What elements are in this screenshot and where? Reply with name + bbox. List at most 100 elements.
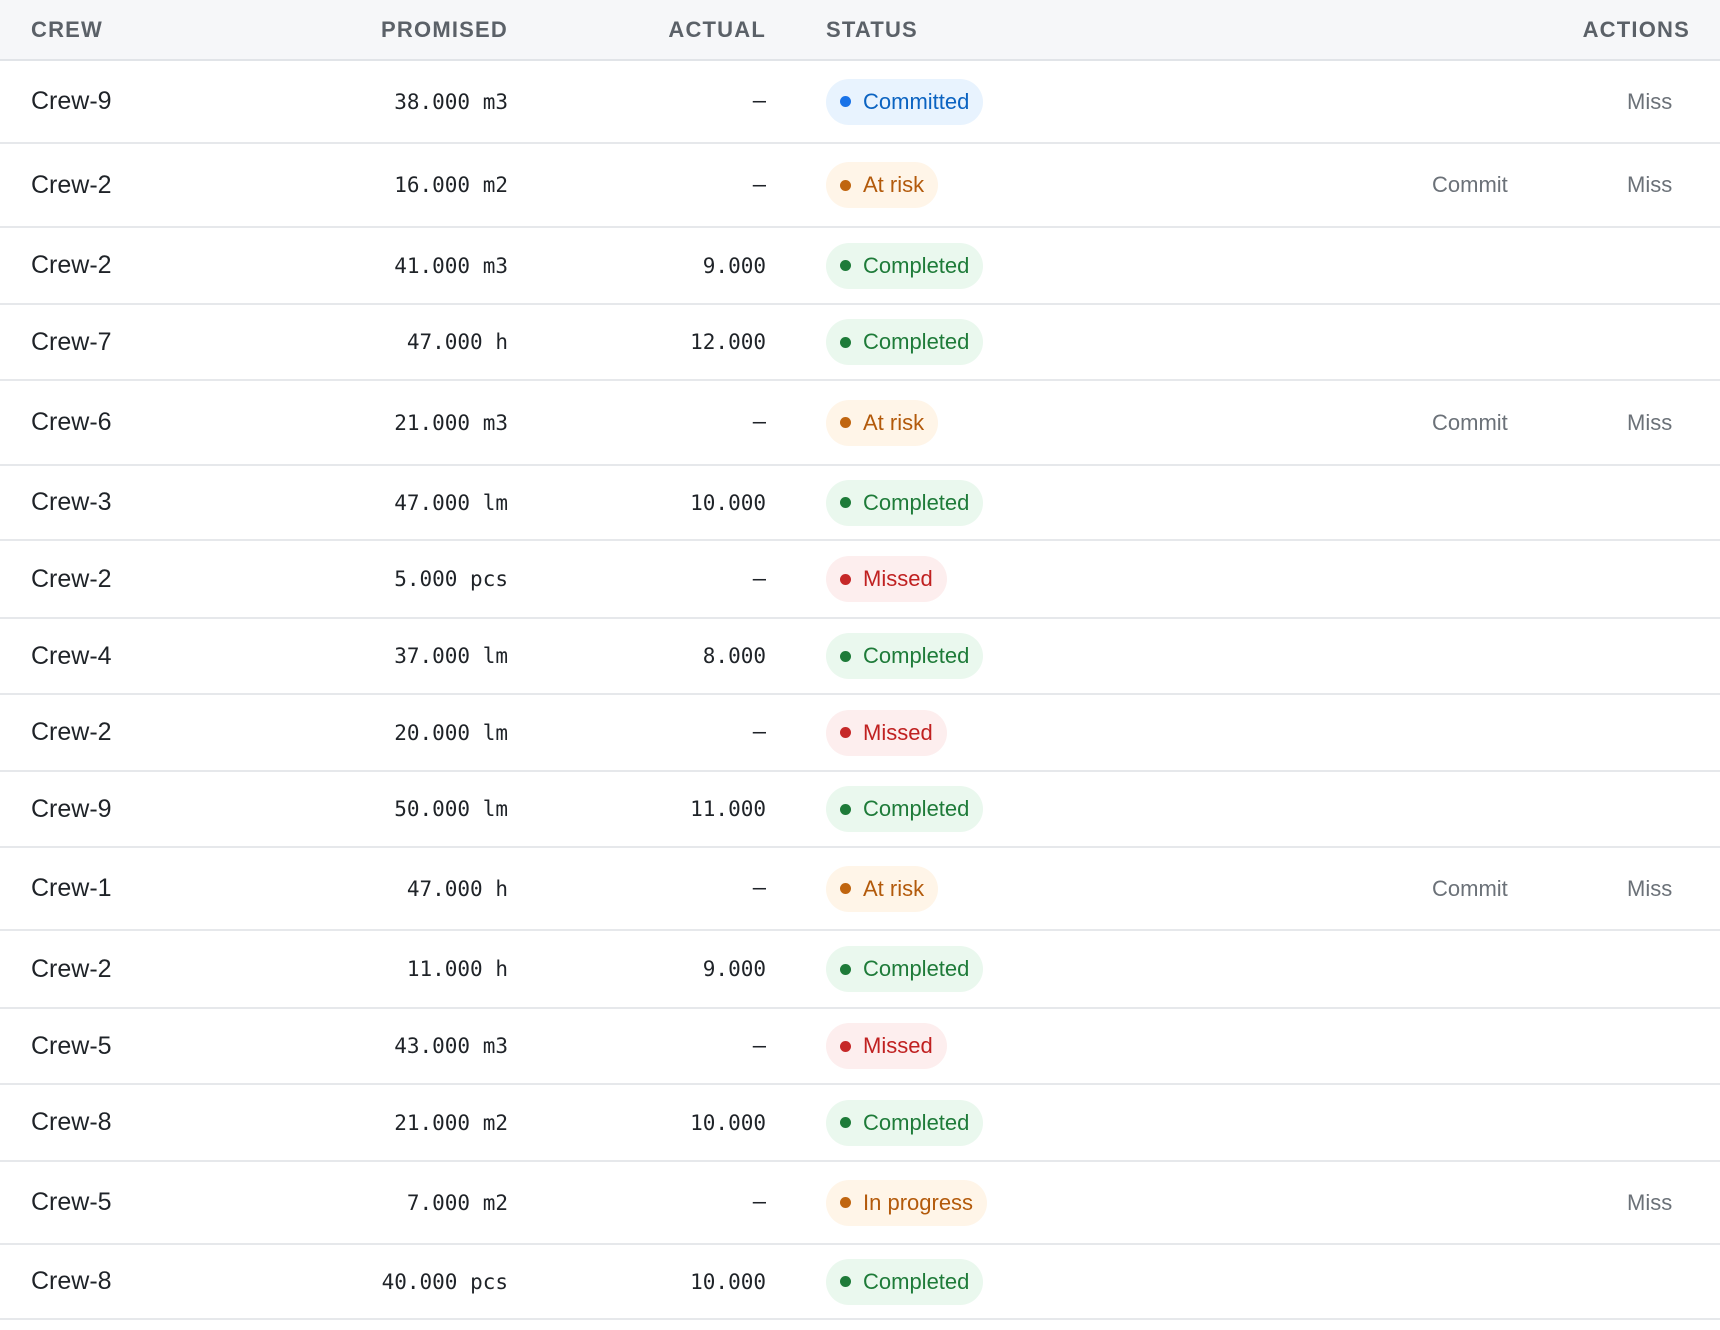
miss-button[interactable]: Miss (1627, 1162, 1672, 1243)
status-dot-icon (840, 417, 851, 428)
actual-value: 9.000 (702, 957, 766, 981)
column-header-actual[interactable]: ACTUAL (668, 0, 766, 59)
status-label: Completed (863, 796, 970, 821)
status-label: Completed (863, 956, 970, 981)
status-badge: At risk (826, 162, 939, 208)
actual-value: 10.000 (690, 1269, 766, 1294)
promised-value: 7.000 m2 (406, 1190, 508, 1215)
status-cell: Completed (826, 305, 984, 379)
promised-value: 21.000 m3 (394, 410, 508, 435)
table-row: Crew-2 20.000 lm – Missed (0, 695, 1720, 772)
crew-name: Crew-3 (31, 488, 112, 516)
actual-value: 10.000 (690, 1110, 766, 1135)
status-badge: In progress (826, 1179, 988, 1226)
actual-value: – (752, 876, 766, 901)
column-header-promised[interactable]: PROMISED (381, 0, 508, 59)
status-label: In progress (863, 1189, 974, 1215)
status-label: Completed (863, 329, 970, 354)
status-label: At risk (863, 172, 925, 197)
status-dot-icon (840, 96, 851, 107)
miss-button[interactable]: Miss (1627, 381, 1672, 464)
status-badge: Missed (826, 1023, 947, 1069)
status-dot-icon (840, 260, 851, 271)
promised-value: 47.000 h (406, 330, 508, 354)
actual-value: – (752, 720, 766, 745)
status-dot-icon (840, 497, 851, 508)
column-header-status[interactable]: STATUS (826, 0, 918, 59)
crew-name: Crew-8 (31, 1267, 112, 1295)
promised-value: 38.000 m3 (394, 89, 508, 114)
status-label: Completed (863, 252, 970, 278)
crew-name: Crew-8 (31, 1108, 112, 1136)
status-cell: At risk (826, 144, 939, 226)
column-header-crew[interactable]: CREW (31, 0, 103, 59)
table-row: Crew-4 37.000 lm 8.000 Completed (0, 619, 1720, 695)
status-dot-icon (840, 573, 851, 585)
status-dot-icon (840, 179, 851, 191)
promised-value: 11.000 h (406, 957, 508, 981)
status-label: Completed (863, 643, 970, 668)
status-badge: Missed (826, 709, 947, 756)
status-badge: Completed (826, 1099, 984, 1146)
table-row: Crew-9 50.000 lm 11.000 Completed (0, 772, 1720, 848)
status-dot-icon (840, 1197, 851, 1208)
promised-value: 20.000 lm (394, 720, 508, 745)
status-cell: At risk (826, 848, 939, 929)
table-row: Crew-8 40.000 pcs 10.000 Completed (0, 1245, 1720, 1320)
status-cell: Completed (826, 931, 984, 1007)
commit-button[interactable]: Commit (1432, 381, 1508, 464)
miss-button[interactable]: Miss (1627, 848, 1672, 929)
actual-value: – (752, 172, 766, 198)
actual-value: 9.000 (702, 253, 766, 278)
table-body: Crew-9 38.000 m3 – Committed Miss Crew-2 16.00… (0, 61, 1720, 1320)
status-dot-icon (840, 1040, 851, 1052)
crew-name: Crew-5 (31, 1031, 112, 1060)
actual-value: – (752, 1190, 766, 1215)
status-cell: At risk (826, 381, 939, 464)
actual-value: 12.000 (690, 330, 766, 354)
status-cell: Completed (826, 619, 984, 693)
status-cell: Completed (826, 228, 984, 303)
status-dot-icon (840, 1117, 851, 1128)
table-row: Crew-5 7.000 m2 – In progress Miss (0, 1162, 1720, 1245)
crew-name: Crew-5 (31, 1188, 112, 1216)
commit-button[interactable]: Commit (1432, 848, 1508, 929)
status-label: At risk (863, 409, 925, 435)
crew-name: Crew-9 (31, 87, 112, 115)
status-badge: Completed (826, 319, 984, 365)
table-row: Crew-2 5.000 pcs – Missed (0, 541, 1720, 619)
status-dot-icon (840, 883, 851, 894)
table-row: Crew-9 38.000 m3 – Committed Miss (0, 61, 1720, 144)
status-badge: Completed (826, 946, 984, 992)
crew-name: Crew-2 (31, 251, 112, 279)
promised-value: 40.000 pcs (381, 1269, 508, 1294)
crew-name: Crew-9 (31, 794, 112, 823)
table-row: Crew-2 41.000 m3 9.000 Completed (0, 228, 1720, 305)
promised-value: 47.000 lm (394, 490, 508, 515)
actual-value: – (752, 566, 766, 592)
actual-value: – (752, 410, 766, 435)
status-badge: Completed (826, 1258, 984, 1305)
promised-value: 37.000 lm (394, 644, 508, 668)
crew-name: Crew-6 (31, 408, 112, 436)
status-cell: Completed (826, 466, 984, 539)
miss-button[interactable]: Miss (1627, 61, 1672, 142)
crew-name: Crew-1 (31, 874, 112, 902)
crew-name: Crew-2 (31, 954, 112, 983)
actual-value: 8.000 (702, 644, 766, 668)
status-dot-icon (840, 336, 851, 348)
promised-value: 21.000 m2 (394, 1110, 508, 1135)
crew-name: Crew-2 (31, 564, 112, 593)
commit-button[interactable]: Commit (1432, 144, 1508, 226)
commitments-table: CREW PROMISED ACTUAL STATUS ACTIONS Crew… (0, 0, 1720, 1320)
table-header: CREW PROMISED ACTUAL STATUS ACTIONS (0, 0, 1720, 61)
status-dot-icon (840, 727, 851, 738)
promised-value: 5.000 pcs (394, 567, 508, 591)
status-label: Completed (863, 1109, 970, 1135)
miss-button[interactable]: Miss (1627, 144, 1672, 226)
status-badge: At risk (826, 399, 939, 446)
status-badge: At risk (826, 865, 939, 912)
promised-value: 43.000 m3 (394, 1034, 508, 1058)
table-row: Crew-3 47.000 lm 10.000 Completed (0, 466, 1720, 541)
crew-name: Crew-4 (31, 641, 112, 670)
